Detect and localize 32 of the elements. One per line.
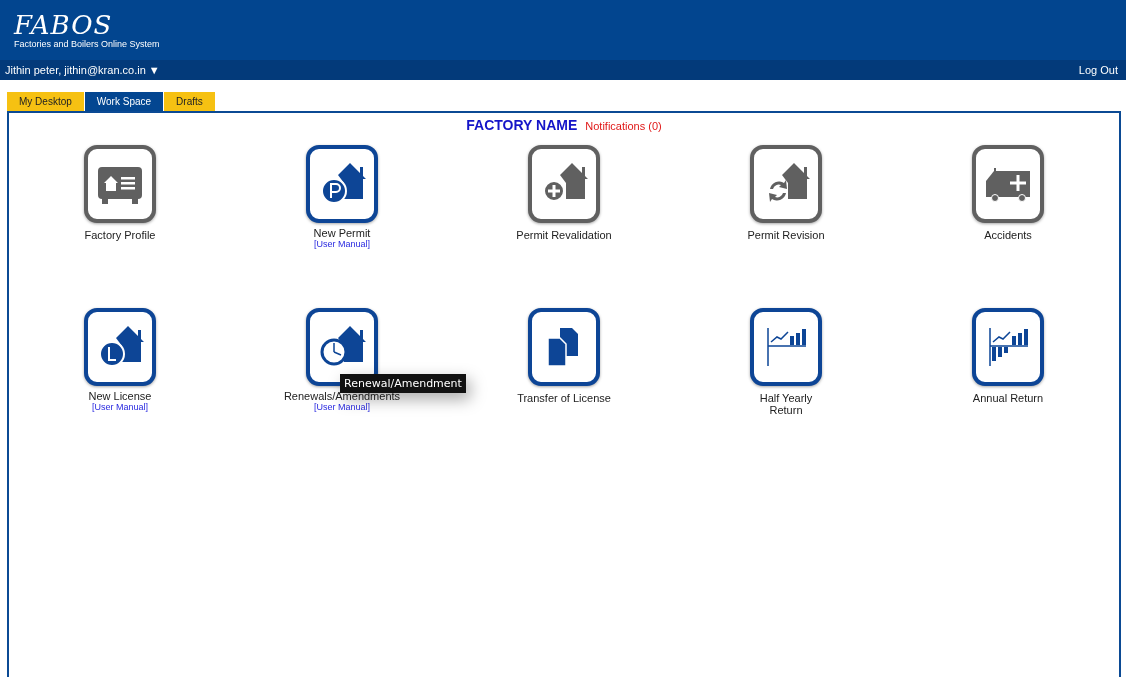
notifications-link[interactable]: Notifications (0) bbox=[585, 120, 662, 132]
tab[interactable]: Drafts bbox=[164, 92, 215, 111]
logout-link[interactable]: Log Out bbox=[1078, 64, 1118, 76]
tile-label: Annual Return bbox=[972, 392, 1044, 404]
logo-subtitle: Factories and Boilers Online System bbox=[14, 38, 161, 49]
factory-name: FACTORY NAME bbox=[466, 117, 578, 133]
tile-label: Permit Revision bbox=[747, 229, 825, 241]
tile-button[interactable] bbox=[750, 308, 822, 386]
tile-label: Factory Profile bbox=[84, 229, 156, 241]
tile-button[interactable] bbox=[84, 145, 156, 223]
tile-button[interactable] bbox=[528, 308, 600, 386]
user-manual-link[interactable]: [User Manual] bbox=[92, 402, 148, 412]
tile-button[interactable] bbox=[972, 145, 1044, 223]
tile-label: New License bbox=[88, 390, 152, 402]
tile-button[interactable] bbox=[972, 308, 1044, 386]
tile-label: Accidents bbox=[984, 229, 1032, 241]
tile-button[interactable] bbox=[750, 145, 822, 223]
tab[interactable]: My Desktop bbox=[7, 92, 84, 111]
tooltip: Renewal/Amendment bbox=[340, 374, 466, 393]
tile-label: New Permit bbox=[313, 227, 371, 239]
user-menu[interactable]: Jithin peter, jithin@kran.co.in ▼ bbox=[5, 64, 160, 76]
tile-label: Renewals/Amendments bbox=[283, 390, 401, 402]
tab[interactable]: Work Space bbox=[84, 92, 164, 111]
tile-label: Half Yearly Return bbox=[758, 392, 814, 416]
tile-label: Permit Revalidation bbox=[516, 229, 612, 241]
tile-button[interactable] bbox=[306, 145, 378, 223]
tile-button[interactable] bbox=[84, 308, 156, 386]
user-manual-link[interactable]: [User Manual] bbox=[314, 239, 370, 249]
user-manual-link[interactable]: [User Manual] bbox=[314, 402, 370, 412]
logo: FABOS bbox=[14, 11, 114, 38]
tile-label: Transfer of License bbox=[517, 392, 611, 404]
tile-button[interactable] bbox=[528, 145, 600, 223]
